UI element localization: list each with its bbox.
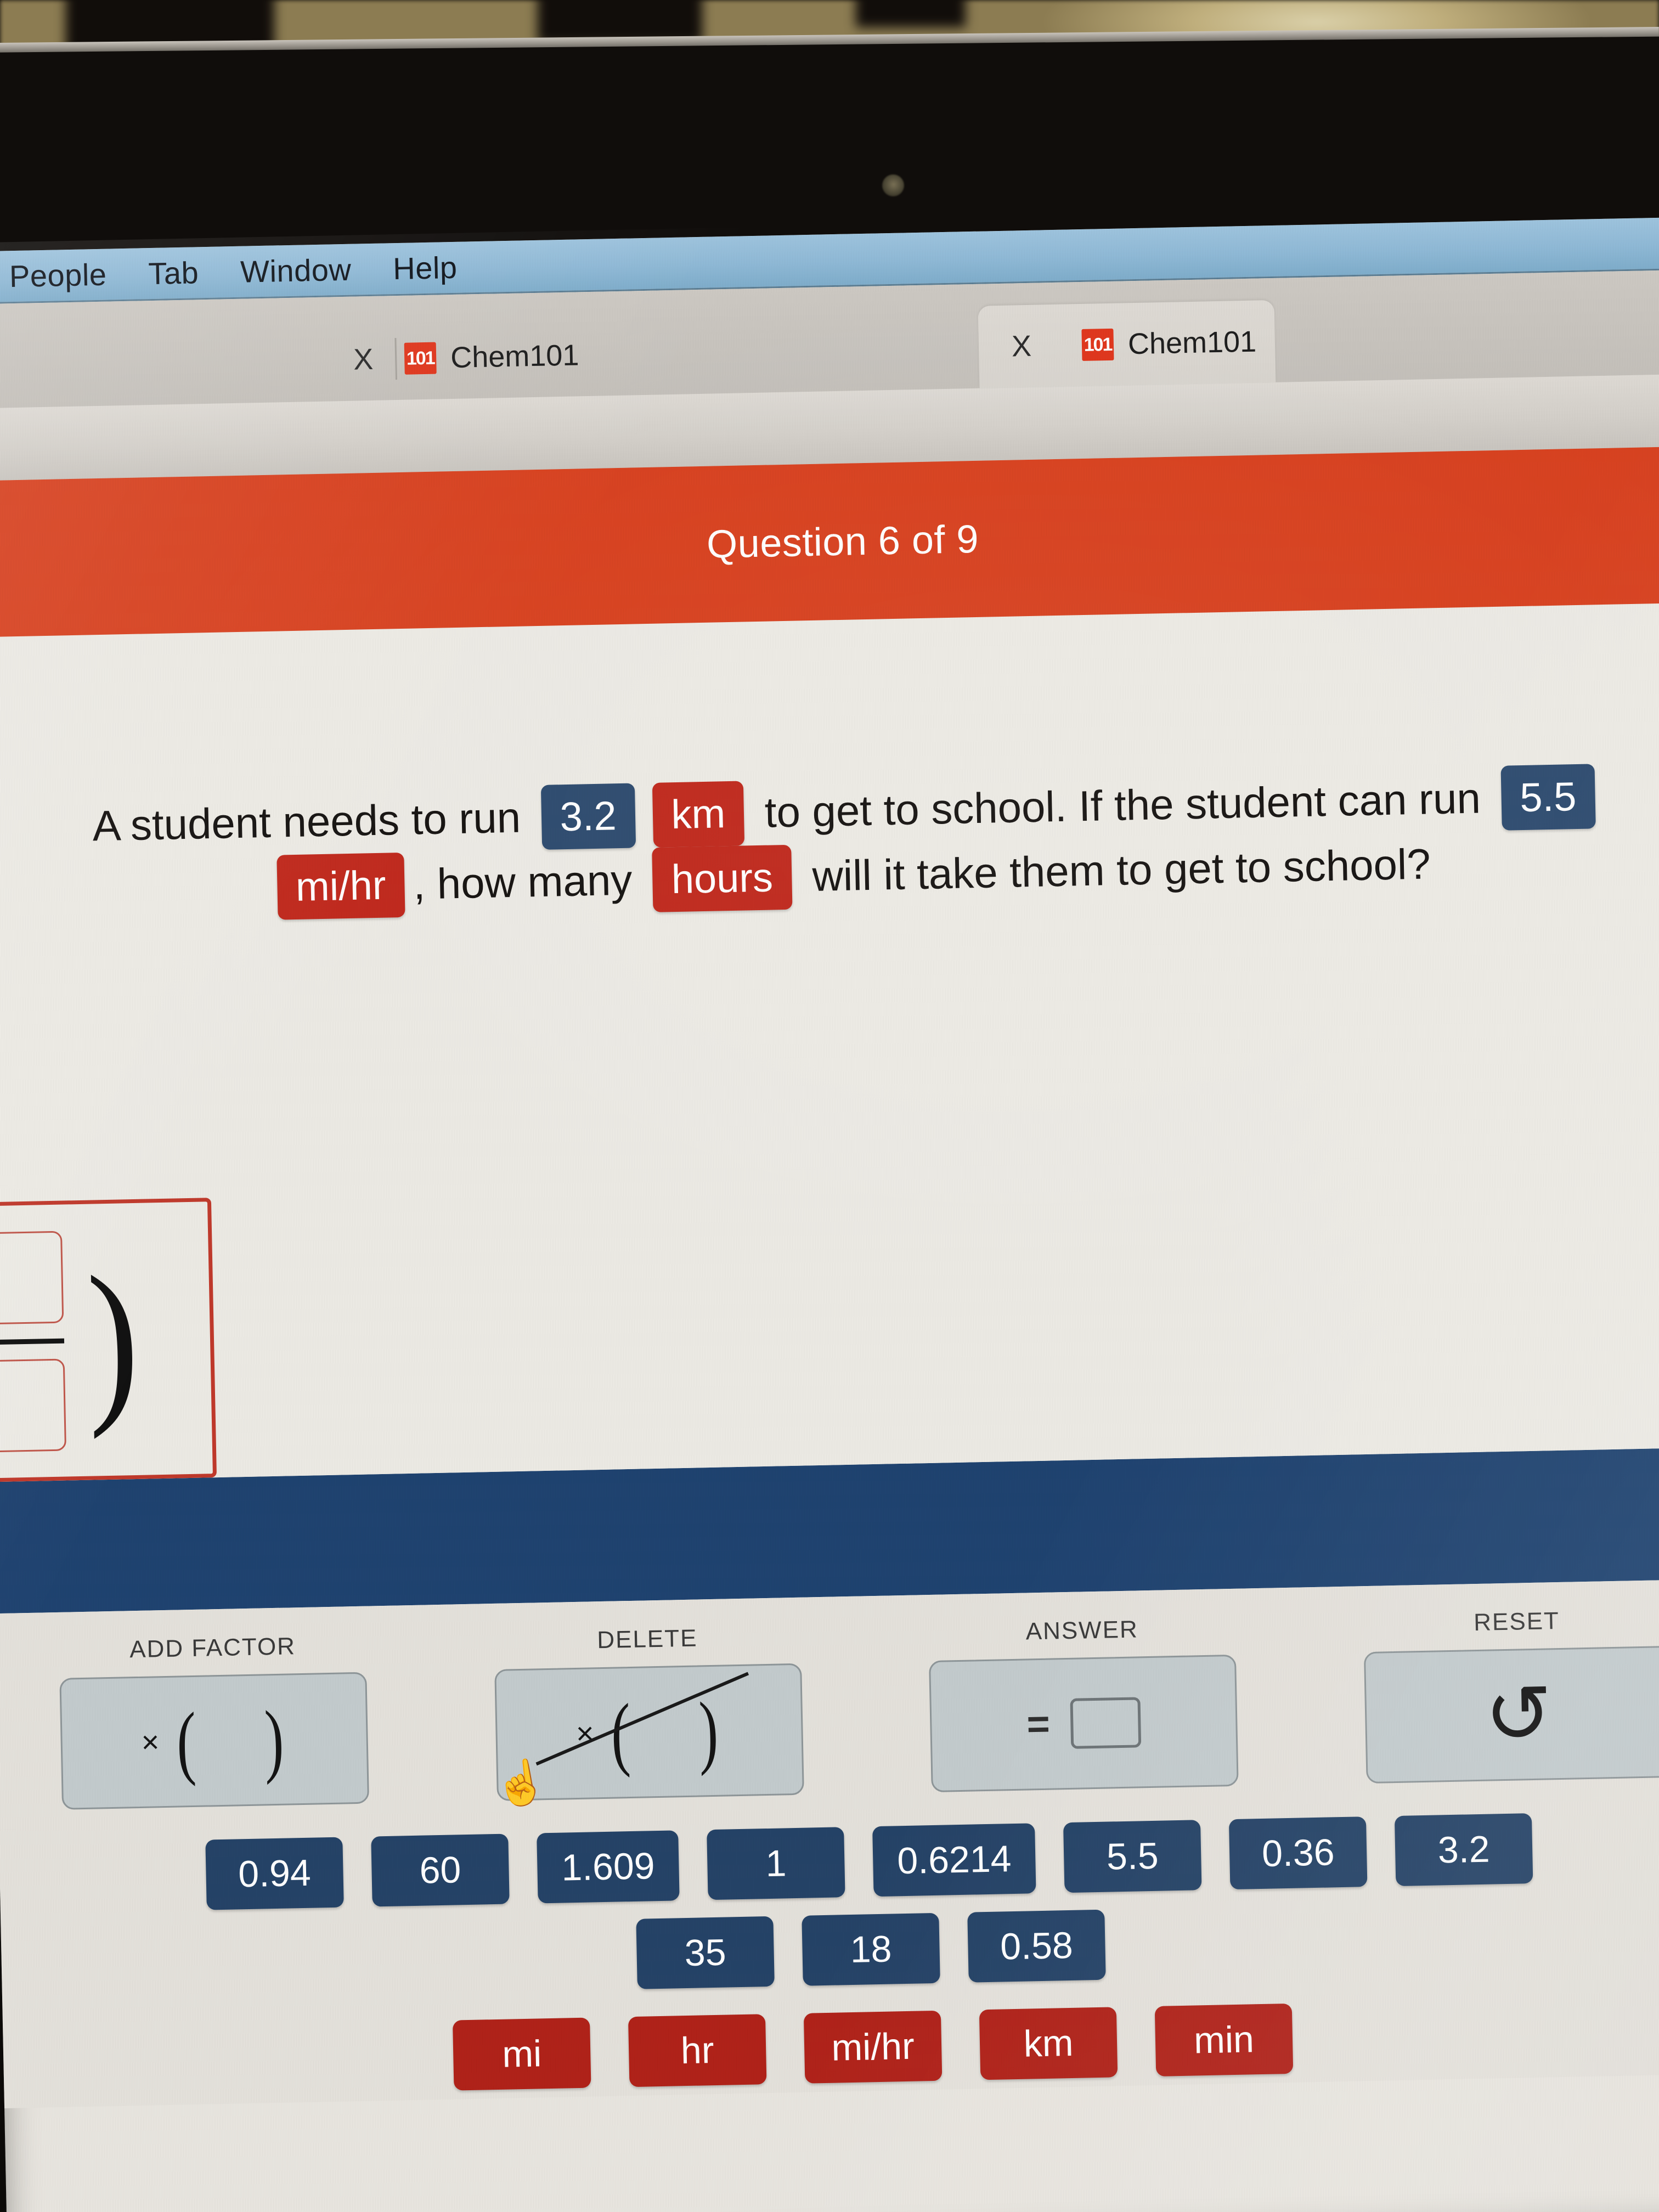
equation-controls-toolbar: ADD FACTOR × ( ) DELETE × () ☝ ANSWER =… xyxy=(0,1578,1659,1830)
answer-input-box[interactable] xyxy=(1070,1697,1142,1749)
number-chip[interactable]: 0.6214 xyxy=(872,1823,1036,1897)
close-paren-glyph: ) xyxy=(263,1694,285,1786)
control-add-factor: ADD FACTOR × ( ) xyxy=(37,1631,391,1810)
question-value-chip-5-5[interactable]: 5.5 xyxy=(1500,764,1596,831)
number-chip[interactable]: 35 xyxy=(636,1916,775,1989)
multiply-parentheses-icon: × ( ) xyxy=(140,1694,289,1787)
tab-title-2[interactable]: Chem101 xyxy=(1127,325,1256,362)
closing-paren-icon: ) xyxy=(85,1238,141,1440)
tab-separator-1 xyxy=(394,338,397,380)
number-chip[interactable]: 1 xyxy=(707,1827,845,1900)
number-chip[interactable]: 0.58 xyxy=(967,1909,1106,1983)
multiply-sign: × xyxy=(141,1724,160,1759)
delete-label: DELETE xyxy=(596,1624,698,1654)
tab-close-icon-2[interactable]: X xyxy=(997,330,1046,363)
question-text-d: will it take them to get to school? xyxy=(799,839,1431,901)
menu-item-tab[interactable]: Tab xyxy=(127,255,220,292)
question-unit-chip-mi-hr[interactable]: mi/hr xyxy=(276,852,405,920)
unit-chip[interactable]: min xyxy=(1154,2003,1294,2076)
unit-chip[interactable]: mi/hr xyxy=(803,2010,943,2084)
number-chip[interactable]: 3.2 xyxy=(1394,1813,1533,1887)
unit-chip[interactable]: mi xyxy=(453,2017,591,2091)
webcam-icon xyxy=(882,174,904,196)
pointing-hand-cursor: ☝ xyxy=(490,1754,551,1812)
photograph-of-laptop-screen: s People Tab Window Help ar X 101 Chem10… xyxy=(0,0,1659,2212)
conversion-factor-widget[interactable]: ) xyxy=(0,1198,217,1487)
equals-box-icon: = xyxy=(1026,1697,1142,1750)
tab-close-icon-1[interactable]: X xyxy=(339,343,388,376)
delete-factor-strikethrough-icon: × ( ) xyxy=(575,1685,723,1779)
value-unit-tray: 0.94 60 1.609 1 0.6214 5.5 0.36 3.2 35 1… xyxy=(0,1795,1659,2109)
question-unit-chip-hours[interactable]: hours xyxy=(652,844,793,912)
menu-item-people[interactable]: People xyxy=(0,256,128,295)
unit-chip[interactable]: hr xyxy=(628,2014,767,2087)
question-unit-chip-km[interactable]: km xyxy=(652,781,745,848)
reset-button[interactable]: ↺ xyxy=(1363,1645,1659,1784)
denominator-slot[interactable] xyxy=(0,1358,67,1456)
number-chip[interactable]: 0.94 xyxy=(205,1837,344,1910)
tab-title-1[interactable]: Chem101 xyxy=(450,338,579,375)
undo-arrow-icon: ↺ xyxy=(1483,1668,1554,1760)
number-chip[interactable]: 18 xyxy=(802,1912,940,1986)
number-chip[interactable]: 5.5 xyxy=(1063,1820,1202,1893)
question-value-chip-3-2[interactable]: 3.2 xyxy=(540,783,636,850)
delete-button[interactable]: × ( ) ☝ xyxy=(490,1663,804,1811)
browser-tab-1[interactable]: X 101 Chem101 xyxy=(320,314,599,402)
control-answer: ANSWER = xyxy=(906,1613,1261,1793)
dimensional-analysis-work-area[interactable]: ) xyxy=(0,1150,1659,1487)
equals-sign: = xyxy=(1026,1702,1051,1747)
numerator-slot[interactable] xyxy=(0,1231,64,1328)
reset-label: RESET xyxy=(1473,1607,1560,1637)
fraction-input-group[interactable] xyxy=(0,1231,67,1456)
answer-label: ANSWER xyxy=(1025,1616,1139,1645)
menu-item-help[interactable]: Help xyxy=(372,249,478,287)
control-delete: DELETE × ( ) ☝ xyxy=(471,1622,826,1811)
number-chip[interactable]: 0.36 xyxy=(1229,1816,1368,1890)
laptop-screen: s People Tab Window Help ar X 101 Chem10… xyxy=(0,217,1659,2212)
add-factor-button[interactable]: × ( ) xyxy=(59,1672,370,1810)
question-body: A student needs to run 3.2 km to get to … xyxy=(0,602,1659,1186)
menu-item-window[interactable]: Window xyxy=(219,251,372,290)
fraction-bar xyxy=(0,1338,65,1348)
chem101-favicon-2: 101 xyxy=(1081,328,1114,361)
chem101-favicon-1: 101 xyxy=(404,342,437,375)
question-text-a: A student needs to run xyxy=(92,793,533,850)
unit-chip[interactable]: km xyxy=(979,2007,1118,2080)
number-chip[interactable]: 60 xyxy=(371,1833,510,1907)
add-factor-label: ADD FACTOR xyxy=(129,1633,296,1663)
control-reset: RESET ↺ xyxy=(1341,1605,1659,1784)
background-blob-right xyxy=(856,0,966,27)
question-progress-text: Question 6 of 9 xyxy=(706,517,979,567)
browser-tab-2-active[interactable]: X 101 Chem101 xyxy=(978,300,1276,388)
open-paren-glyph: ( xyxy=(176,1695,197,1787)
answer-button[interactable]: = xyxy=(929,1654,1239,1793)
question-text-c: , how many xyxy=(413,855,645,909)
number-chip[interactable]: 1.609 xyxy=(537,1830,680,1904)
close-paren-glyph-delete: ) xyxy=(698,1685,719,1777)
